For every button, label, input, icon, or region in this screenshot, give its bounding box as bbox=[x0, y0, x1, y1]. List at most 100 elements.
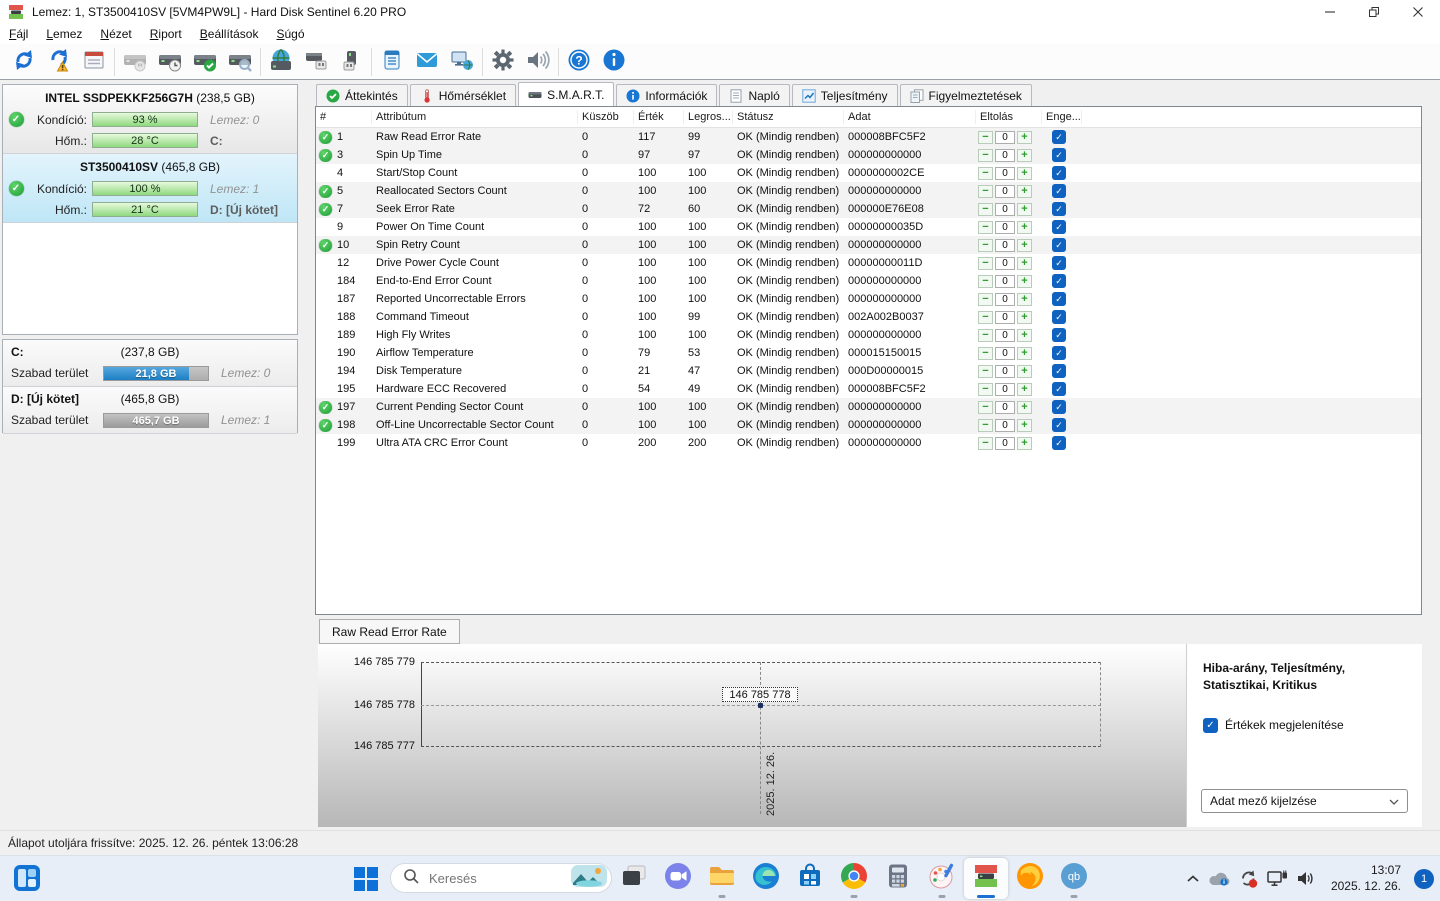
table-row[interactable]: 7Seek Error Rate07260OK (Mindig rendben)… bbox=[316, 200, 1421, 218]
offset-value[interactable]: 0 bbox=[995, 257, 1015, 270]
enabled-checkbox[interactable] bbox=[1052, 220, 1066, 234]
offset-value[interactable]: 0 bbox=[995, 149, 1015, 162]
offset-plus-button[interactable]: + bbox=[1017, 131, 1032, 144]
offset-value[interactable]: 0 bbox=[995, 419, 1015, 432]
chevron-up-icon[interactable] bbox=[1187, 875, 1199, 883]
offset-plus-button[interactable]: + bbox=[1017, 221, 1032, 234]
tab-figyelmeztetesek[interactable]: Figyelmeztetések bbox=[900, 84, 1032, 106]
table-row[interactable]: 189High Fly Writes0100100OK (Mindig rend… bbox=[316, 326, 1421, 344]
table-row[interactable]: 190Airflow Temperature07953OK (Mindig re… bbox=[316, 344, 1421, 362]
table-row[interactable]: 12Drive Power Cycle Count0100100OK (Mind… bbox=[316, 254, 1421, 272]
notes-button[interactable] bbox=[379, 49, 405, 75]
offset-minus-button[interactable]: − bbox=[978, 311, 993, 324]
table-row[interactable]: 197Current Pending Sector Count0100100OK… bbox=[316, 398, 1421, 416]
teams-taskbar-button[interactable] bbox=[656, 858, 700, 899]
volume-icon[interactable] bbox=[1297, 871, 1316, 886]
column-header-4[interactable]: Legros... bbox=[684, 110, 733, 124]
enabled-checkbox[interactable] bbox=[1052, 274, 1066, 288]
table-row[interactable]: 188Command Timeout010099OK (Mindig rendb… bbox=[316, 308, 1421, 326]
enabled-checkbox[interactable] bbox=[1052, 202, 1066, 216]
column-header-7[interactable]: Eltolás bbox=[976, 110, 1042, 124]
menu-riport[interactable]: Riport bbox=[141, 25, 191, 43]
offset-plus-button[interactable]: + bbox=[1017, 347, 1032, 360]
offset-plus-button[interactable]: + bbox=[1017, 419, 1032, 432]
chart-tab[interactable]: Raw Read Error Rate bbox=[319, 619, 460, 644]
tab-naplo[interactable]: Napló bbox=[719, 84, 789, 106]
enabled-checkbox[interactable] bbox=[1052, 382, 1066, 396]
onedrive-icon[interactable] bbox=[1208, 871, 1230, 886]
offset-minus-button[interactable]: − bbox=[978, 185, 993, 198]
offset-value[interactable]: 0 bbox=[995, 239, 1015, 252]
table-row[interactable]: 5Reallocated Sectors Count0100100OK (Min… bbox=[316, 182, 1421, 200]
data-field-dropdown[interactable]: Adat mező kijelzése bbox=[1201, 789, 1408, 813]
enabled-checkbox[interactable] bbox=[1052, 328, 1066, 342]
offset-minus-button[interactable]: − bbox=[978, 419, 993, 432]
tab-teljesitmeny[interactable]: Teljesítmény bbox=[792, 84, 898, 106]
offset-minus-button[interactable]: − bbox=[978, 383, 993, 396]
paint-taskbar-button[interactable] bbox=[920, 858, 964, 899]
offset-value[interactable]: 0 bbox=[995, 311, 1015, 324]
offset-value[interactable]: 0 bbox=[995, 185, 1015, 198]
taskbar-clock[interactable]: 13:07 2025. 12. 26. bbox=[1331, 863, 1401, 894]
menu-sugo[interactable]: Súgó bbox=[267, 25, 313, 43]
enabled-checkbox[interactable] bbox=[1052, 292, 1066, 306]
column-header-6[interactable]: Adat bbox=[844, 110, 976, 124]
tab-homerseklet[interactable]: Hőmérséklet bbox=[410, 84, 516, 106]
enabled-checkbox[interactable] bbox=[1052, 256, 1066, 270]
table-row[interactable]: 184End-to-End Error Count0100100OK (Mind… bbox=[316, 272, 1421, 290]
offset-value[interactable]: 0 bbox=[995, 275, 1015, 288]
column-header-2[interactable]: Küszöb bbox=[578, 110, 634, 124]
disk-connector-button[interactable] bbox=[338, 49, 364, 75]
store-taskbar-button[interactable] bbox=[788, 858, 832, 899]
offset-plus-button[interactable]: + bbox=[1017, 203, 1032, 216]
disk-power-button[interactable] bbox=[303, 49, 329, 75]
offset-value[interactable]: 0 bbox=[995, 221, 1015, 234]
chrome-taskbar-button[interactable] bbox=[832, 858, 876, 899]
offset-value[interactable]: 0 bbox=[995, 203, 1015, 216]
minimize-button[interactable] bbox=[1308, 0, 1352, 24]
network-button[interactable] bbox=[449, 49, 475, 75]
table-row[interactable]: 1Raw Read Error Rate011799OK (Mindig ren… bbox=[316, 128, 1421, 146]
tab-informaciok[interactable]: Információk bbox=[616, 84, 717, 106]
widgets-button[interactable] bbox=[14, 865, 40, 891]
qbittorrent-taskbar-button[interactable]: qb bbox=[1052, 858, 1096, 899]
disk-search-button[interactable] bbox=[227, 49, 253, 75]
sound-button[interactable] bbox=[525, 49, 551, 75]
offset-value[interactable]: 0 bbox=[995, 437, 1015, 450]
disk-clock-button[interactable] bbox=[157, 49, 183, 75]
taskbar-search[interactable] bbox=[390, 863, 612, 893]
calculator-taskbar-button[interactable] bbox=[876, 858, 920, 899]
column-header-1[interactable]: Attribútum bbox=[372, 110, 578, 124]
disk-check-button[interactable] bbox=[192, 49, 218, 75]
enabled-checkbox[interactable] bbox=[1052, 166, 1066, 180]
notification-count-badge[interactable]: 1 bbox=[1414, 869, 1434, 889]
report-button[interactable] bbox=[81, 49, 107, 75]
offset-minus-button[interactable]: − bbox=[978, 329, 993, 342]
partition-panel-1[interactable]: (465,8 GB)D: [Új kötet]Szabad terület465… bbox=[3, 387, 297, 434]
enabled-checkbox[interactable] bbox=[1052, 418, 1066, 432]
edge-taskbar-button[interactable] bbox=[744, 858, 788, 899]
offset-plus-button[interactable]: + bbox=[1017, 293, 1032, 306]
offset-minus-button[interactable]: − bbox=[978, 401, 993, 414]
offset-minus-button[interactable]: − bbox=[978, 203, 993, 216]
offset-value[interactable]: 0 bbox=[995, 383, 1015, 396]
offset-plus-button[interactable]: + bbox=[1017, 365, 1032, 378]
enabled-checkbox[interactable] bbox=[1052, 364, 1066, 378]
table-row[interactable]: 194Disk Temperature02147OK (Mindig rendb… bbox=[316, 362, 1421, 380]
offset-plus-button[interactable]: + bbox=[1017, 437, 1032, 450]
table-row[interactable]: 198Off-Line Uncorrectable Sector Count01… bbox=[316, 416, 1421, 434]
menu-nezet[interactable]: Nézet bbox=[91, 25, 140, 43]
offset-plus-button[interactable]: + bbox=[1017, 257, 1032, 270]
column-header-0[interactable]: # bbox=[316, 110, 372, 124]
offset-minus-button[interactable]: − bbox=[978, 347, 993, 360]
start-button[interactable] bbox=[353, 866, 379, 892]
taskview-taskbar-button[interactable] bbox=[612, 858, 656, 899]
disk-plug-button[interactable] bbox=[122, 49, 148, 75]
sync-icon[interactable] bbox=[1239, 869, 1258, 888]
offset-plus-button[interactable]: + bbox=[1017, 185, 1032, 198]
table-row[interactable]: 4Start/Stop Count0100100OK (Mindig rendb… bbox=[316, 164, 1421, 182]
offset-value[interactable]: 0 bbox=[995, 329, 1015, 342]
table-row[interactable]: 195Hardware ECC Recovered05449OK (Mindig… bbox=[316, 380, 1421, 398]
offset-value[interactable]: 0 bbox=[995, 365, 1015, 378]
offset-minus-button[interactable]: − bbox=[978, 167, 993, 180]
